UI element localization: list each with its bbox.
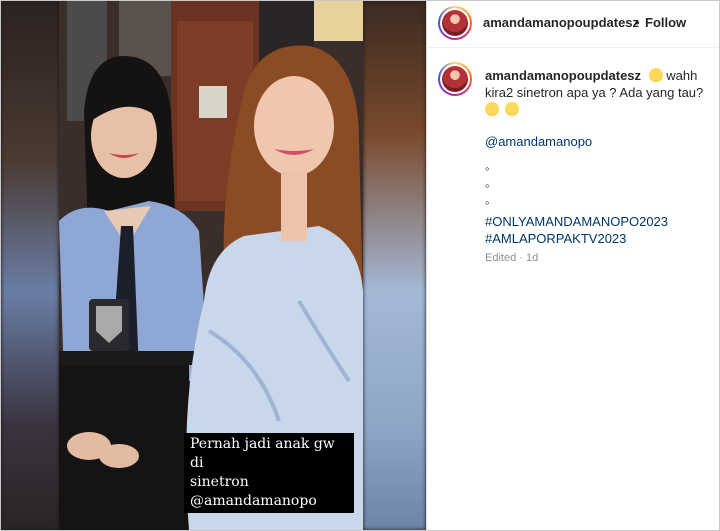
heart-eyes-emoji-icon — [504, 102, 519, 116]
caption-username-row: amandamanopoupdatesz wahh — [485, 68, 697, 83]
caption-text-1: wahh — [666, 68, 698, 83]
blurred-background-left — [1, 1, 59, 530]
follow-button[interactable]: Follow — [645, 15, 686, 30]
post-media[interactable]: Pernah jadi anak gw di sinetron @amandam… — [1, 1, 426, 530]
meta-separator: · — [519, 252, 523, 264]
post-age[interactable]: 1d — [526, 252, 538, 264]
caption-avatar[interactable] — [438, 62, 472, 96]
hashtag-link-2[interactable]: #AMLAPORPAKTV2023 — [485, 231, 626, 246]
caption-text-2: kira2 sinetron apa ya ? Ada yang tau? — [485, 85, 704, 100]
story-caption: Pernah jadi anak gw di sinetron @amandam… — [184, 433, 354, 513]
post-details-panel: amandamanopoupdatesz • Follow amandamano… — [427, 1, 719, 530]
toilet-sign — [199, 86, 227, 118]
avatar[interactable] — [438, 6, 472, 40]
caption-username[interactable]: amandamanopoupdatesz — [485, 68, 641, 83]
edited-label: Edited — [485, 252, 517, 264]
post-header: amandamanopoupdatesz • Follow — [427, 1, 719, 48]
astonished-emoji-icon — [648, 68, 663, 82]
post-meta: Edited · 1d — [485, 252, 538, 264]
story-caption-mention: @amandamanopo — [190, 493, 317, 509]
story-caption-line-2: sinetron — [190, 474, 249, 490]
hashtag-link-1[interactable]: #ONLYAMANDAMANOPO2023 — [485, 214, 668, 229]
caption-dot-1: ◦ — [485, 161, 490, 176]
header-username[interactable]: amandamanopoupdatesz — [483, 15, 639, 30]
star-struck-emoji-icon — [485, 102, 499, 116]
header-separator: • — [635, 15, 640, 30]
instagram-post: Pernah jadi anak gw di sinetron @amandam… — [0, 0, 720, 531]
caption-emoji-row — [485, 102, 519, 117]
caption-dot-2: ◦ — [485, 178, 490, 193]
caption-mention-link[interactable]: @amandamanopo — [485, 134, 592, 149]
blurred-background-right — [363, 1, 426, 530]
story-photo: Pernah jadi anak gw di sinetron @amandam… — [59, 1, 363, 530]
story-caption-line-1: Pernah jadi anak gw di — [190, 436, 335, 471]
caption-dot-3: ◦ — [485, 195, 490, 210]
